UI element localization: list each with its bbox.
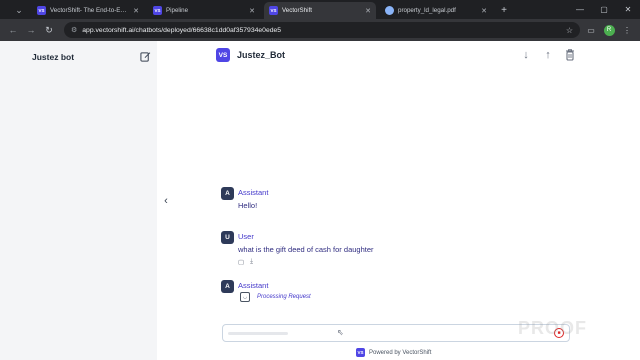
powered-by-text: Powered by VectorShift xyxy=(369,349,432,356)
forward-arrow-icon[interactable]: → xyxy=(24,23,38,37)
close-icon[interactable]: ✕ xyxy=(365,7,371,15)
avatar: A xyxy=(221,187,234,200)
watermark: PROOF xyxy=(518,318,588,338)
back-arrow-icon[interactable]: ← xyxy=(6,23,20,37)
sidebar-title: Justez bot xyxy=(32,52,75,62)
close-icon[interactable]: ✕ xyxy=(481,7,487,15)
bot-name: Justez_Bot xyxy=(237,50,286,60)
tab-title: Pipeline xyxy=(166,7,189,14)
sender-name: User xyxy=(238,232,254,241)
chat-header: VS Justez_Bot xyxy=(216,48,285,62)
vectorshift-logo: VS xyxy=(216,48,230,62)
trash-icon[interactable] xyxy=(564,48,576,62)
extensions-icon[interactable]: ▭ xyxy=(584,23,598,37)
tab-title: property_ld_legal.pdf xyxy=(398,7,456,14)
message-actions: ▢ ⤓ xyxy=(238,258,253,266)
sidebar: Justez bot xyxy=(0,41,157,360)
more-menu-icon[interactable]: ⋮ xyxy=(620,23,634,37)
browser-window: ⌄ VS VectorShift- The End-to-End AI ✕ VS… xyxy=(0,0,640,360)
tab-pdf[interactable]: property_ld_legal.pdf ✕ xyxy=(380,2,492,19)
chevron-left-icon[interactable]: ‹ xyxy=(160,195,172,207)
download-icon[interactable]: ↓ xyxy=(520,48,532,62)
profile-button[interactable]: R xyxy=(602,23,616,37)
vectorshift-favicon-icon: VS xyxy=(153,6,162,15)
download-icon[interactable]: ⤓ xyxy=(250,258,253,266)
url-text[interactable]: app.vectorshift.ai/chatbots/deployed/666… xyxy=(82,27,561,34)
vectorshift-favicon-icon: VS xyxy=(37,6,46,15)
mouse-cursor-icon: ⇖ xyxy=(337,328,344,337)
copy-icon[interactable]: ▢ xyxy=(238,258,244,266)
message-text: what is the gift deed of cash for daught… xyxy=(238,245,374,254)
processing-indicator: ◡ Processing Request xyxy=(240,292,311,302)
vectorshift-logo: VS xyxy=(356,348,365,357)
close-icon[interactable]: ✕ xyxy=(249,7,255,15)
window-controls: — ▢ ✕ xyxy=(568,0,640,19)
sender-name: Assistant xyxy=(238,281,269,290)
powered-by: VS Powered by VectorShift xyxy=(356,348,431,357)
close-icon[interactable]: ✕ xyxy=(133,7,139,15)
processing-text: Processing Request xyxy=(257,294,311,300)
close-window-icon[interactable]: ✕ xyxy=(616,0,640,19)
robot-icon: ◡ xyxy=(240,292,250,302)
new-tab-button[interactable]: + xyxy=(496,2,512,18)
chat-input[interactable] xyxy=(227,327,537,339)
avatar: U xyxy=(221,231,234,244)
maximize-icon[interactable]: ▢ xyxy=(592,0,616,19)
site-info-icon[interactable]: ⚙ xyxy=(71,26,77,34)
reload-icon[interactable]: ↻ xyxy=(42,23,56,37)
header-actions: ↓ ↑ xyxy=(520,48,576,62)
sender-name: Assistant xyxy=(238,188,269,197)
tab-vectorshift-active[interactable]: VS VectorShift ✕ xyxy=(264,2,376,19)
chatbot-page: Justez bot ‹ VS Justez_Bot ↓ ↑ A Assista… xyxy=(0,41,640,360)
bookmark-star-icon[interactable]: ☆ xyxy=(566,26,573,35)
address-bar[interactable]: ⚙ app.vectorshift.ai/chatbots/deployed/6… xyxy=(64,22,580,38)
tab-title: VectorShift- The End-to-End AI xyxy=(50,7,130,14)
tab-search-icon[interactable]: ⌄ xyxy=(10,2,28,18)
tab-pipeline[interactable]: VS Pipeline ✕ xyxy=(148,2,260,19)
message-text: Hello! xyxy=(238,201,258,210)
vectorshift-favicon-icon: VS xyxy=(269,6,278,15)
tab-title: VectorShift xyxy=(282,7,312,14)
minimize-icon[interactable]: — xyxy=(568,0,592,19)
avatar: A xyxy=(221,280,234,293)
edit-icon[interactable] xyxy=(140,51,151,62)
globe-icon xyxy=(385,6,394,15)
tab-strip: ⌄ VS VectorShift- The End-to-End AI ✕ VS… xyxy=(0,0,640,19)
upload-icon[interactable]: ↑ xyxy=(542,48,554,62)
tab-vectorshift-home[interactable]: VS VectorShift- The End-to-End AI ✕ xyxy=(32,2,144,19)
profile-avatar: R xyxy=(603,24,615,36)
browser-toolbar: ← → ↻ ⚙ app.vectorshift.ai/chatbots/depl… xyxy=(0,19,640,41)
